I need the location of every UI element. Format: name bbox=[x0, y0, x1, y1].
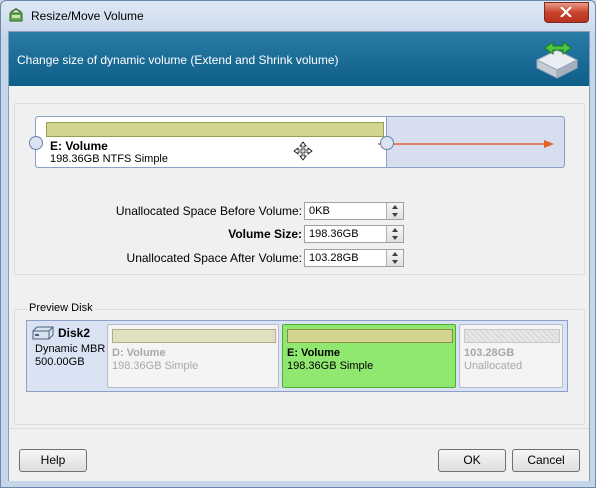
size-label: Volume Size: bbox=[228, 227, 302, 241]
dialog-client-area: Change size of dynamic volume (Extend an… bbox=[8, 31, 590, 481]
resize-move-volume-window: Resize/Move Volume Change size of dynami… bbox=[0, 0, 596, 488]
help-button[interactable]: Help bbox=[19, 449, 87, 472]
size-value: 198.36GB bbox=[309, 228, 359, 240]
before-row: Unallocated Space Before Volume: 0KB bbox=[15, 202, 584, 220]
ok-button[interactable]: OK bbox=[438, 449, 506, 472]
volume-usage-bar bbox=[287, 329, 453, 343]
partition-name: E: Volume bbox=[50, 139, 108, 153]
spin-down-button[interactable] bbox=[387, 258, 403, 266]
volume-info: 198.36GB Simple bbox=[112, 360, 199, 372]
title-bar[interactable]: Resize/Move Volume bbox=[1, 1, 595, 31]
spin-up-button[interactable] bbox=[387, 250, 403, 258]
right-resize-handle[interactable] bbox=[380, 136, 394, 150]
chevron-up-icon bbox=[392, 228, 398, 232]
after-input[interactable]: 103.28GB bbox=[304, 249, 404, 267]
extend-arrow-icon bbox=[378, 140, 554, 148]
volume-e[interactable]: E: Volume 198.36GB Simple bbox=[282, 324, 456, 388]
dialog-footer: Help OK Cancel bbox=[9, 428, 589, 481]
hard-disk-icon bbox=[32, 326, 54, 340]
close-button[interactable] bbox=[544, 2, 589, 23]
size-input[interactable]: 198.36GB bbox=[304, 225, 404, 243]
size-spinner[interactable] bbox=[386, 226, 403, 242]
disk-type: Dynamic MBR bbox=[35, 343, 106, 355]
volume-name: D: Volume bbox=[112, 347, 166, 359]
cancel-button[interactable]: Cancel bbox=[512, 449, 580, 472]
disk-info[interactable]: Disk2 Dynamic MBR 500.00GB bbox=[27, 321, 107, 391]
header-description: Change size of dynamic volume (Extend an… bbox=[17, 53, 339, 67]
after-spinner[interactable] bbox=[386, 250, 403, 266]
partition-layout-bar: E: Volume 198.36GB NTFS Simple bbox=[29, 116, 565, 168]
left-resize-handle[interactable] bbox=[29, 136, 43, 150]
volume-usage-bar bbox=[112, 329, 276, 343]
spin-down-button[interactable] bbox=[387, 234, 403, 242]
volume-unallocated[interactable]: 103.28GB Unallocated bbox=[459, 324, 563, 388]
before-input[interactable]: 0KB bbox=[304, 202, 404, 220]
resize-group: E: Volume 198.36GB NTFS Simple Unallocat… bbox=[14, 103, 585, 275]
spin-up-button[interactable] bbox=[387, 203, 403, 211]
disk-map: Disk2 Dynamic MBR 500.00GB D: Volume 198… bbox=[26, 320, 568, 392]
close-icon bbox=[560, 7, 572, 17]
chevron-down-icon bbox=[392, 236, 398, 240]
before-label: Unallocated Space Before Volume: bbox=[115, 204, 302, 218]
disk-name: Disk2 bbox=[58, 326, 91, 340]
size-row: Volume Size: 198.36GB bbox=[15, 225, 584, 243]
partition-info: 198.36GB NTFS Simple bbox=[50, 153, 168, 165]
spin-up-button[interactable] bbox=[387, 226, 403, 234]
unallocated-bar bbox=[464, 329, 560, 343]
chevron-down-icon bbox=[392, 260, 398, 264]
chevron-up-icon bbox=[392, 252, 398, 256]
volume-info: 198.36GB Simple bbox=[287, 360, 374, 372]
chevron-up-icon bbox=[392, 205, 398, 209]
disk-size: 500.00GB bbox=[35, 356, 85, 368]
before-spinner[interactable] bbox=[386, 203, 403, 219]
volume-name: E: Volume bbox=[287, 347, 340, 359]
volume-info: Unallocated bbox=[464, 360, 523, 372]
volume-d[interactable]: D: Volume 198.36GB Simple bbox=[107, 324, 279, 388]
preview-disk-group: Disk2 Dynamic MBR 500.00GB D: Volume 198… bbox=[14, 309, 585, 425]
spin-down-button[interactable] bbox=[387, 211, 403, 219]
window-title: Resize/Move Volume bbox=[31, 9, 144, 23]
chevron-down-icon bbox=[392, 213, 398, 217]
partition-usage-bar bbox=[46, 122, 384, 137]
partition-block[interactable]: E: Volume 198.36GB NTFS Simple bbox=[36, 117, 387, 167]
app-icon bbox=[9, 8, 23, 22]
after-row: Unallocated Space After Volume: 103.28GB bbox=[15, 249, 584, 267]
resize-disk-icon bbox=[535, 41, 579, 79]
before-value: 0KB bbox=[309, 205, 330, 217]
after-label: Unallocated Space After Volume: bbox=[126, 251, 302, 265]
move-cursor-icon bbox=[293, 141, 313, 161]
volume-name: 103.28GB bbox=[464, 347, 515, 359]
after-value: 103.28GB bbox=[309, 252, 359, 264]
dialog-header: Change size of dynamic volume (Extend an… bbox=[9, 32, 589, 86]
preview-disk-label: Preview Disk bbox=[27, 302, 95, 314]
